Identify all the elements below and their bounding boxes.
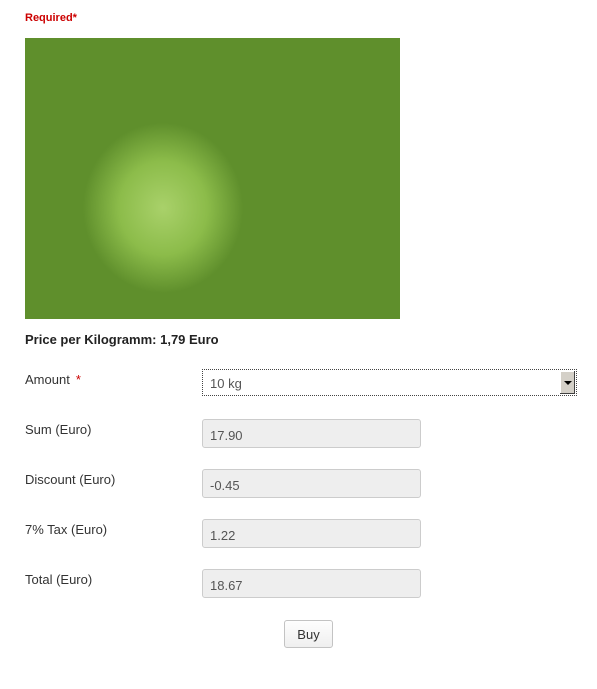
total-label: Total (Euro) [25, 572, 93, 587]
amount-select[interactable]: 10 kg [202, 369, 577, 396]
product-image [25, 38, 400, 319]
discount-field[interactable]: -0.45 [202, 469, 421, 498]
discount-label: Discount (Euro) [25, 472, 116, 487]
tax-field[interactable]: 1.22 [202, 519, 421, 548]
price-per-kg: Price per Kilogramm: 1,79 Euro [25, 332, 219, 347]
amount-label: Amount * [25, 372, 81, 387]
buy-button[interactable]: Buy [284, 620, 333, 648]
total-field[interactable]: 18.67 [202, 569, 421, 598]
required-star: * [75, 372, 81, 387]
required-note: Required* [25, 12, 77, 24]
dropdown-arrow-icon[interactable] [559, 371, 575, 394]
amount-selected-value: 10 kg [210, 376, 242, 391]
tax-label: 7% Tax (Euro) [25, 522, 108, 537]
amount-label-text: Amount [25, 372, 70, 387]
sum-field[interactable]: 17.90 [202, 419, 421, 448]
sum-label: Sum (Euro) [25, 422, 92, 437]
